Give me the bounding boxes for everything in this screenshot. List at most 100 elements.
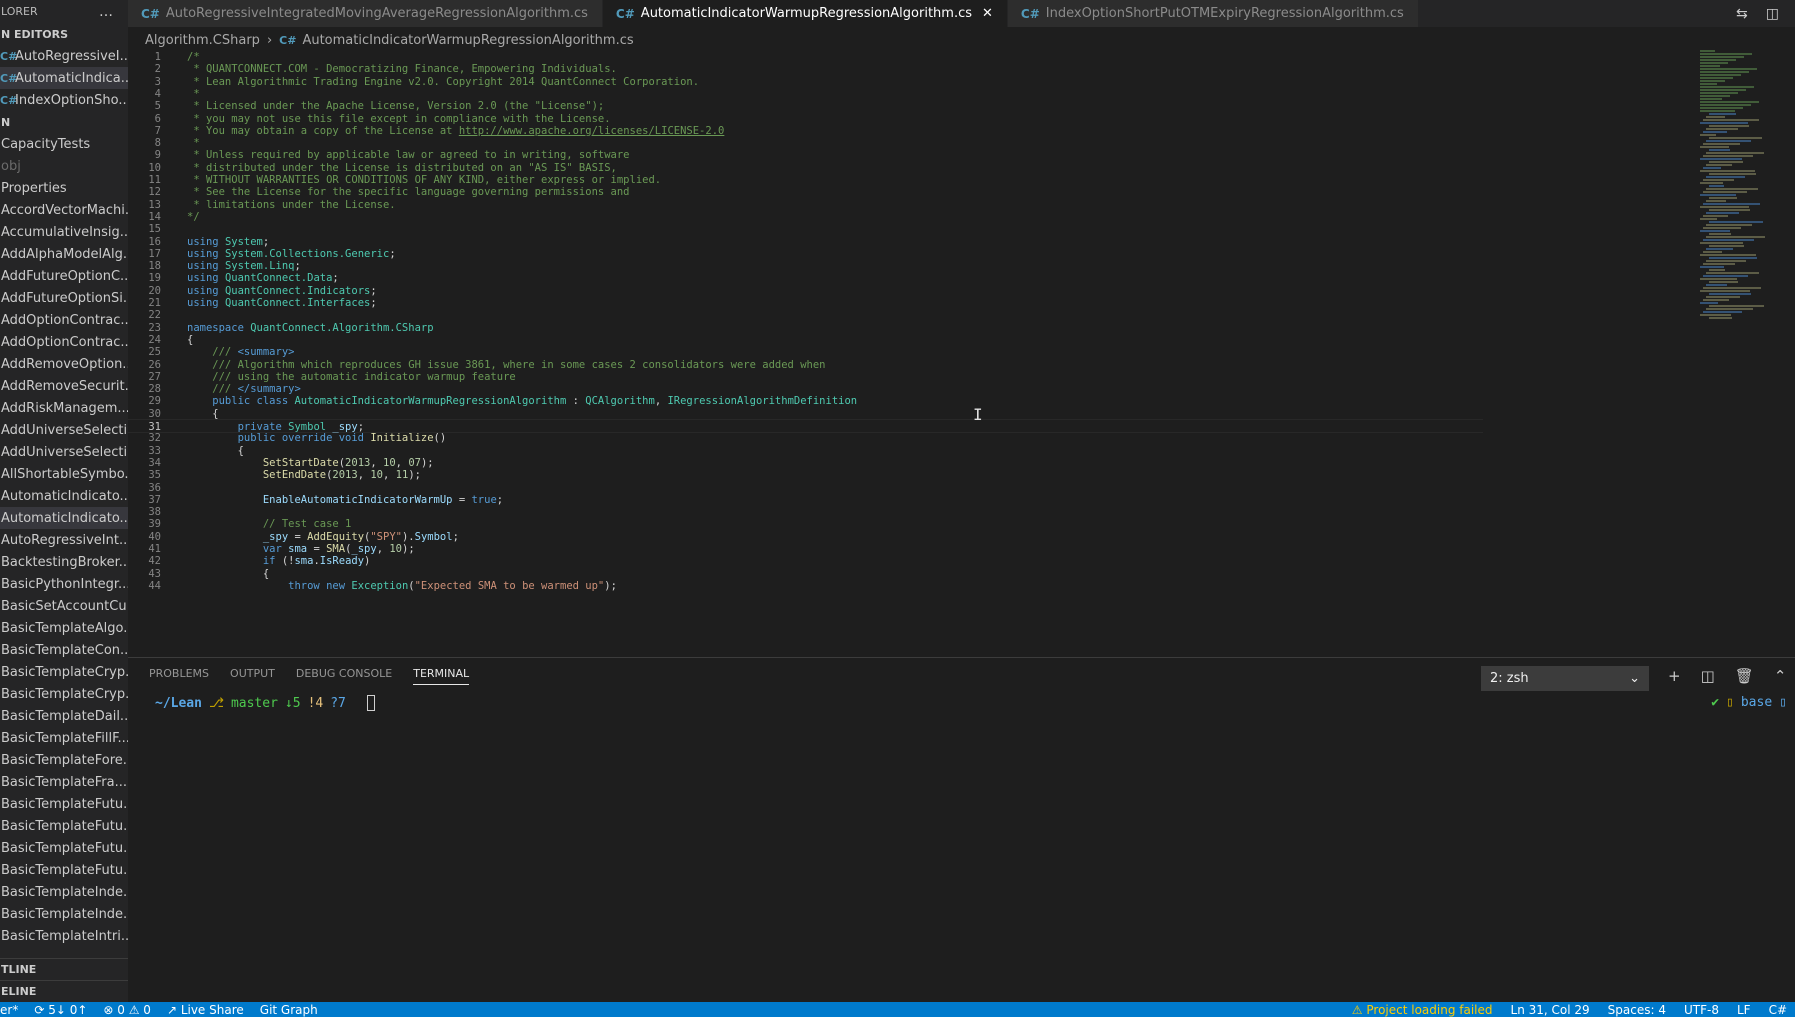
code-token: using <box>187 260 225 273</box>
tree-item[interactable]: AddFutureOptionSi... <box>0 287 128 309</box>
explorer-title: LORER <box>1 5 38 18</box>
open-editors-section[interactable]: N EDITORS <box>0 23 128 45</box>
more-actions-icon[interactable]: … <box>99 4 114 20</box>
terminal-prompt[interactable]: ~/Lean ⎇ master ↓5 !4 ?7 <box>155 695 375 711</box>
tree-item[interactable]: BasicTemplateCon... <box>0 639 128 661</box>
minimap-line <box>1706 152 1764 154</box>
code-token: ; <box>452 530 459 543</box>
code-token: 10 <box>389 543 402 555</box>
breadcrumb-file[interactable]: AutomaticIndicatorWarmupRegressionAlgori… <box>302 33 633 48</box>
tree-item[interactable]: BasicTemplateFutu... <box>0 859 128 881</box>
editor-tab[interactable]: C# AutoRegressiveIntegratedMovingAverageR… <box>128 0 603 27</box>
panel-tabs: PROBLEMS OUTPUT DEBUG CONSOLE TERMINAL <box>149 667 470 685</box>
timeline-section[interactable]: ELINE <box>0 980 128 1002</box>
folder-section[interactable]: N <box>0 111 128 133</box>
tree-item[interactable]: BasicTemplateFore... <box>0 749 128 771</box>
tree-item[interactable]: BasicTemplateIntri... <box>0 925 128 947</box>
panel-tab-terminal[interactable]: TERMINAL <box>413 667 470 685</box>
open-editor-item[interactable]: C# IndexOptionSho... <box>0 89 128 111</box>
editor-tab[interactable]: C# IndexOptionShortPutOTMExpiryRegression… <box>1007 0 1419 27</box>
tree-item[interactable]: AddRemoveSecurit... <box>0 375 128 397</box>
tree-item[interactable]: AddAlphaModelAlg... <box>0 243 128 265</box>
minimap-line <box>1703 287 1761 289</box>
tree-item[interactable]: AddRemoveOption... <box>0 353 128 375</box>
status-live-share[interactable]: ↗ Live Share <box>167 1003 244 1017</box>
tree-item[interactable]: BasicTemplateFra... <box>0 771 128 793</box>
split-terminal-icon[interactable]: ◫ <box>1701 667 1715 685</box>
open-editor-item[interactable]: C# AutoRegressiveI... <box>0 45 128 67</box>
tree-item[interactable]: AllShortableSymbo... <box>0 463 128 485</box>
tree-item[interactable]: AutoRegressiveInt... <box>0 529 128 551</box>
tree-item[interactable]: BasicTemplateFillF... <box>0 727 128 749</box>
code-token: * <box>187 87 200 100</box>
code-token: = <box>452 493 472 506</box>
code-token: * QUANTCONNECT.COM - Democratizing Finan… <box>187 63 617 76</box>
editor-tabs: C# AutoRegressiveIntegratedMovingAverageR… <box>128 0 1419 27</box>
tree-item[interactable]: BasicTemplateInde... <box>0 903 128 925</box>
minimap-line <box>1706 284 1727 286</box>
panel-tab-debug-console[interactable]: DEBUG CONSOLE <box>296 667 392 685</box>
outline-section[interactable]: TLINE <box>0 958 128 980</box>
csharp-file-icon: C# <box>141 6 160 21</box>
tree-item[interactable]: CapacityTests <box>0 133 128 155</box>
status-problems[interactable]: ⊗ 0 ⚠ 0 <box>103 1003 151 1017</box>
new-terminal-icon[interactable]: + <box>1668 667 1681 685</box>
tree-item[interactable]: BasicTemplateCryp... <box>0 661 128 683</box>
tree-item[interactable]: AddFutureOptionC... <box>0 265 128 287</box>
close-icon[interactable]: ✕ <box>982 6 993 21</box>
tree-item[interactable]: BasicSetAccountCu... <box>0 595 128 617</box>
csharp-file-icon: C# <box>0 71 18 85</box>
tree-item[interactable]: AddUniverseSelecti... <box>0 441 128 463</box>
tree-item[interactable]: BasicTemplateFutu... <box>0 815 128 837</box>
tree-item[interactable]: AddUniverseSelecti... <box>0 419 128 441</box>
tree-item[interactable]: AddRiskManagem... <box>0 397 128 419</box>
code-token: </summary> <box>237 383 301 396</box>
trash-icon[interactable]: 🗑 <box>1735 667 1754 685</box>
open-editor-item[interactable]: C# AutomaticIndica... <box>0 67 128 89</box>
tree-item[interactable]: BasicPythonIntegr... <box>0 573 128 595</box>
tree-item[interactable]: AddOptionContrac... <box>0 309 128 331</box>
status-project-warning[interactable]: ⚠ Project loading failed <box>1352 1003 1493 1017</box>
tree-item[interactable]: BacktestingBroker... <box>0 551 128 573</box>
panel-tab-problems[interactable]: PROBLEMS <box>149 667 209 685</box>
tree-item[interactable]: AddOptionContrac... <box>0 331 128 353</box>
chevron-right-icon: › <box>266 32 273 48</box>
code-editor[interactable]: 1/* 2 * QUANTCONNECT.COM - Democratizing … <box>128 50 1698 656</box>
tree-item[interactable]: BasicTemplateFutu... <box>0 837 128 859</box>
editor-tab[interactable]: C# AutomaticIndicatorWarmupRegressionAlgo… <box>602 0 1008 27</box>
open-changes-icon[interactable]: ⇆ <box>1736 6 1748 22</box>
tree-item[interactable]: AutomaticIndicato... <box>0 507 128 529</box>
tree-item[interactable]: Properties <box>0 177 128 199</box>
tree-item[interactable]: obj <box>0 155 128 177</box>
tree-item[interactable]: BasicTemplateDail... <box>0 705 128 727</box>
sync-icon: ⟳ <box>34 1002 49 1017</box>
tree-item[interactable]: AutomaticIndicato... <box>0 485 128 507</box>
status-eol[interactable]: LF <box>1737 1003 1751 1017</box>
minimap-line <box>1700 98 1722 100</box>
code-line[interactable]: 44 throw new Exception("Expected SMA to … <box>128 579 1483 593</box>
tree-item[interactable]: BasicTemplateFutu... <box>0 793 128 815</box>
status-spaces[interactable]: Spaces: 4 <box>1608 1003 1666 1017</box>
code-token: = <box>307 543 327 555</box>
status-sync[interactable]: ⟳ 5↓ 0↑ <box>34 1003 87 1017</box>
status-encoding[interactable]: UTF-8 <box>1684 1003 1719 1017</box>
status-position[interactable]: Ln 31, Col 29 <box>1511 1003 1590 1017</box>
tree-item[interactable]: AccumulativeInsig... <box>0 221 128 243</box>
minimap[interactable] <box>1700 50 1795 370</box>
panel-tab-output[interactable]: OUTPUT <box>230 667 275 685</box>
tree-item[interactable]: BasicTemplateInde... <box>0 881 128 903</box>
status-branch[interactable]: er* <box>0 1003 18 1017</box>
chevron-up-icon[interactable]: ⌃ <box>1774 667 1787 685</box>
editor-tab-label: AutoRegressiveIntegratedMovingAverageReg… <box>165 6 588 21</box>
terminal-select[interactable]: 2: zsh ⌄ <box>1481 666 1649 691</box>
tree-item[interactable]: AccordVectorMachi... <box>0 199 128 221</box>
breadcrumb-folder[interactable]: Algorithm.CSharp <box>145 33 260 48</box>
tree-item[interactable]: BasicTemplateCryp... <box>0 683 128 705</box>
csharp-file-icon: C# <box>0 49 18 63</box>
split-editor-icon[interactable]: ◫ <box>1766 6 1779 22</box>
minimap-line <box>1706 116 1725 118</box>
status-language[interactable]: C# <box>1769 1003 1787 1017</box>
tree-item[interactable]: BasicTemplateAlgo... <box>0 617 128 639</box>
minimap-line <box>1709 221 1763 223</box>
status-git-graph[interactable]: Git Graph <box>260 1003 318 1017</box>
